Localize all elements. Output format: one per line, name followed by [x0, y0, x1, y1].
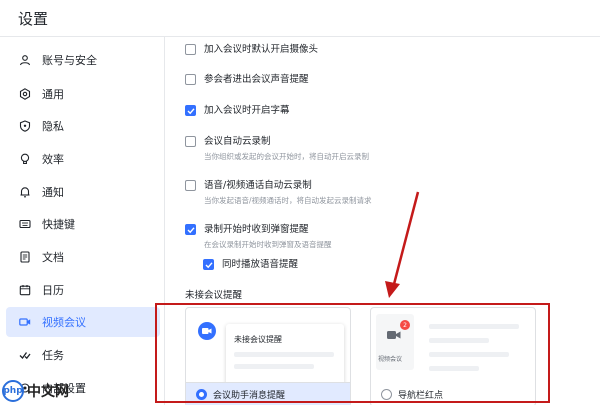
option-record-popup: 录制开始时收到弹窗提醒 在会议录制开始时收到弹窗及语音提醒: [185, 223, 332, 250]
sidebar-item-privacy[interactable]: 隐私: [6, 111, 160, 141]
call-cloud-record-checkbox[interactable]: [185, 180, 196, 191]
checkmark-icon: [187, 226, 195, 233]
sidebar-item-shortcuts[interactable]: 快捷键: [6, 209, 160, 239]
keyboard-icon: [18, 217, 32, 231]
option-call-cloud-record: 语音/视频通话自动云录制 当你发起语音/视频通话时，将自动发起云录制请求: [185, 179, 372, 206]
sidebar-item-label: 通用: [42, 88, 64, 101]
document-icon: [18, 250, 32, 264]
option-label: 同时播放语音提醒: [222, 259, 299, 270]
camera-default-checkbox[interactable]: [185, 44, 196, 55]
option-label: 录制开始时收到弹窗提醒: [204, 224, 309, 235]
php-logo: php: [2, 380, 24, 402]
checkmark-icon: [205, 261, 213, 268]
sidebar-item-account-security[interactable]: 账号与安全: [6, 45, 160, 75]
option-description: 在会议录制开始时收到弹窗及语音提醒: [204, 240, 332, 249]
checkmark-icon: [187, 107, 195, 114]
video-icon: [18, 315, 32, 329]
watermark: php 中文网: [2, 380, 69, 402]
option-join-leave-sound: 参会者进出会议声音提醒: [185, 73, 309, 86]
option-subtitles: 加入会议时开启字幕: [185, 104, 290, 117]
option-voice-reminder: 同时播放语音提醒: [203, 258, 298, 271]
sidebar-item-video-meeting[interactable]: 视频会议: [6, 307, 160, 337]
option-label: 加入会议时默认开启摄像头: [204, 44, 319, 55]
sidebar-item-label: 效率: [42, 153, 64, 166]
annotation-highlight-box: [155, 303, 550, 403]
title-bar: 设置: [0, 0, 600, 36]
sidebar: 账号与安全 通用 隐私 效率 通知 快捷键 文档 日历 视频会议 任务 内部设置: [0, 37, 164, 405]
sidebar-item-notification[interactable]: 通知: [6, 177, 160, 207]
bell-icon: [18, 185, 32, 199]
sidebar-item-efficiency[interactable]: 效率: [6, 144, 160, 174]
option-description: 当你组织或发起的会议开始时，将自动开启云录制: [204, 152, 369, 161]
sidebar-item-label: 日历: [42, 284, 64, 297]
watermark-text: 中文网: [27, 384, 69, 400]
option-camera-default: 加入会议时默认开启摄像头: [185, 43, 318, 56]
sidebar-item-calendar[interactable]: 日历: [6, 275, 160, 305]
lightbulb-icon: [18, 152, 32, 166]
subtitles-checkbox[interactable]: [185, 105, 196, 116]
sidebar-item-label: 任务: [42, 349, 64, 362]
option-auto-cloud-record: 会议自动云录制 当你组织或发起的会议开始时，将自动开启云录制: [185, 135, 369, 162]
join-leave-sound-checkbox[interactable]: [185, 74, 196, 85]
option-label: 参会者进出会议声音提醒: [204, 74, 309, 85]
sidebar-item-label: 账号与安全: [42, 54, 97, 67]
sidebar-item-label: 快捷键: [42, 218, 75, 231]
sidebar-item-label: 视频会议: [42, 316, 86, 329]
auto-cloud-record-checkbox[interactable]: [185, 136, 196, 147]
sidebar-item-tasks[interactable]: 任务: [6, 340, 160, 370]
gear-icon: [18, 87, 32, 101]
sidebar-item-label: 通知: [42, 186, 64, 199]
sidebar-item-documents[interactable]: 文档: [6, 242, 160, 272]
missed-reminder-title: 未接会议提醒: [185, 290, 243, 301]
sidebar-item-label: 隐私: [42, 120, 64, 133]
sidebar-item-general[interactable]: 通用: [6, 79, 160, 109]
window-title: 设置: [18, 10, 49, 28]
task-check-icon: [18, 348, 32, 362]
option-label: 加入会议时开启字幕: [204, 105, 290, 116]
option-description: 当你发起语音/视频通话时，将自动发起云录制请求: [204, 196, 372, 205]
option-label: 会议自动云录制: [204, 136, 271, 147]
user-icon: [18, 53, 32, 67]
record-popup-checkbox[interactable]: [185, 224, 196, 235]
calendar-icon: [18, 283, 32, 297]
shield-icon: [18, 119, 32, 133]
voice-reminder-checkbox[interactable]: [203, 259, 214, 270]
option-label: 语音/视频通话自动云录制: [204, 180, 312, 191]
sidebar-item-label: 文档: [42, 251, 64, 264]
